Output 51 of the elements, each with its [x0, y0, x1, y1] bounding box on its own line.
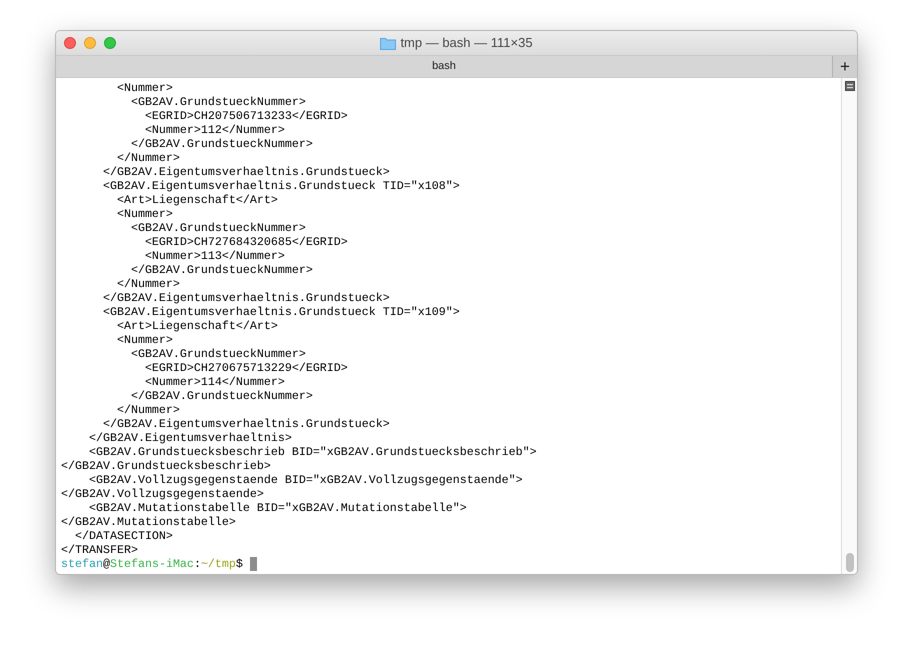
output-line: </Nummer> [116, 151, 181, 165]
scrollbar[interactable] [841, 78, 857, 574]
close-icon[interactable] [64, 37, 76, 49]
output-line: <GB2AV.GrundstueckNummer> [130, 221, 307, 235]
output-line: <GB2AV.GrundstueckNummer> [130, 347, 307, 361]
output-line: <Nummer> [116, 207, 174, 221]
text-cursor [250, 557, 257, 571]
folder-icon [380, 36, 396, 50]
output-line: </GB2AV.Grundstuecksbeschrieb> [61, 459, 272, 473]
output-line: <EGRID>CH207506713233</EGRID> [144, 109, 349, 123]
list-icon[interactable] [844, 81, 854, 91]
output-line: <EGRID>CH727684320685</EGRID> [144, 235, 349, 249]
minimize-icon[interactable] [84, 37, 96, 49]
output-line: <EGRID>CH270675713229</EGRID> [144, 361, 349, 375]
output-line: <Nummer>112</Nummer> [144, 123, 286, 137]
prompt-host: Stefans-iMac [110, 557, 194, 571]
output-line: </Nummer> [116, 277, 181, 291]
output-line: <GB2AV.GrundstueckNummer> [130, 95, 307, 109]
prompt-symbol: @ [102, 557, 110, 571]
new-tab-button[interactable]: + [832, 56, 857, 77]
output-line: </DATASECTION> [74, 529, 174, 543]
output-line: </GB2AV.Eigentumsverhaeltnis.Grundstueck> [102, 165, 391, 179]
zoom-icon[interactable] [104, 37, 116, 49]
output-line: </GB2AV.Eigentumsverhaeltnis.Grundstueck> [102, 417, 391, 431]
tab[interactable]: bash [56, 56, 832, 77]
output-line: <Nummer>113</Nummer> [144, 249, 286, 263]
output-line: </GB2AV.Eigentumsverhaeltnis.Grundstueck> [102, 291, 391, 305]
output-line: <Nummer> [116, 333, 174, 347]
output-line: </TRANSFER> [61, 543, 139, 557]
output-line: <Nummer>114</Nummer> [144, 375, 286, 389]
prompt-symbol: : [194, 557, 201, 571]
output-line: </GB2AV.GrundstueckNummer> [130, 389, 314, 403]
output-line: <GB2AV.Eigentumsverhaeltnis.Grundstueck TID="x108"> [102, 179, 461, 193]
output-line: <GB2AV.Vollzugsgegenstaende BID="xGB2AV.Vollzugsgegenstaende"> [88, 473, 524, 487]
output-line: </GB2AV.Eigentumsverhaeltnis> [88, 431, 293, 445]
scrollbar-thumb[interactable] [846, 553, 854, 572]
output-line: <GB2AV.Eigentumsverhaeltnis.Grundstueck TID="x109"> [102, 305, 461, 319]
output-line: </GB2AV.GrundstueckNummer> [130, 263, 314, 277]
output-line: </GB2AV.GrundstueckNummer> [130, 137, 314, 151]
output-line: <GB2AV.Grundstuecksbeschrieb BID="xGB2AV.Grundstuecksbeschrieb"> [88, 445, 538, 459]
window-title: tmp — bash — 111×35 [400, 34, 533, 52]
prompt-symbol: $ [236, 557, 243, 571]
prompt-path: ~/tmp [200, 557, 236, 571]
prompt-user: stefan [61, 557, 103, 571]
output-line: </GB2AV.Vollzugsgegenstaende> [61, 487, 265, 501]
output-line: <Nummer> [116, 81, 174, 95]
output-line: <GB2AV.Mutationstabelle BID="xGB2AV.Mutationstabelle"> [88, 501, 468, 515]
output-line: <Art>Liegenschaft</Art> [116, 319, 279, 333]
output-line: <Art>Liegenschaft</Art> [116, 193, 279, 207]
output-line: </Nummer> [116, 403, 181, 417]
output-line: </GB2AV.Mutationstabelle> [61, 515, 237, 529]
